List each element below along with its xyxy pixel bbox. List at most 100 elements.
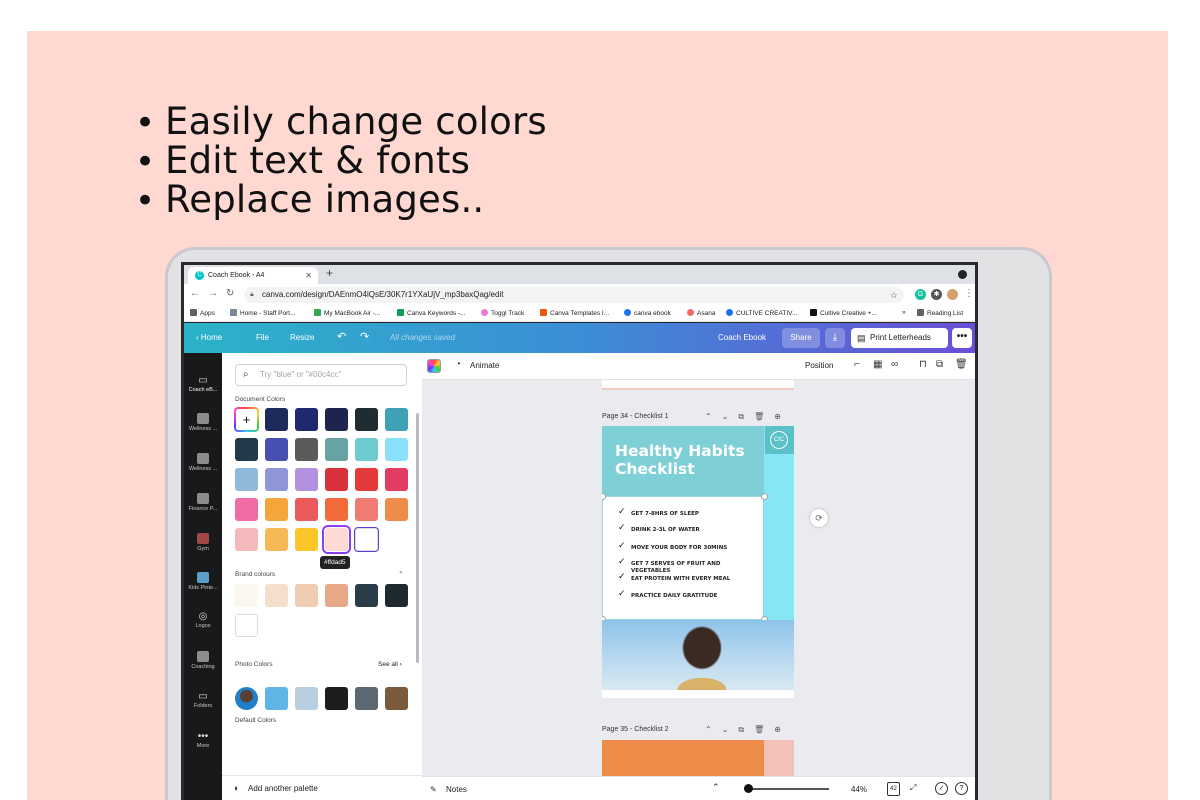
bookmark-item[interactable]: Home - Staff Port... [230, 309, 296, 317]
color-swatch[interactable] [235, 528, 258, 551]
color-swatch[interactable] [325, 584, 348, 607]
logo-badge[interactable]: CIC [765, 426, 794, 454]
lock-element-icon[interactable]: ⊓ [919, 359, 927, 370]
rail-item-wellness[interactable]: Wellness ... [184, 413, 222, 432]
paint-format-icon[interactable]: ⌐ [854, 359, 860, 370]
page-tools[interactable]: ⌃⌄⧉🗑⊕ [705, 412, 791, 422]
zoom-slider[interactable] [744, 788, 829, 790]
checklist-item[interactable]: ✓ GET 7-8HRS OF SLEEP [618, 508, 749, 518]
color-swatch[interactable] [295, 408, 318, 431]
resize-handle[interactable] [761, 493, 768, 500]
bookmark-star-icon[interactable]: ☆ [890, 287, 898, 303]
link-icon[interactable]: ∞ [891, 359, 898, 370]
add-palette-button[interactable]: ◐ Add another palette [222, 775, 422, 800]
fullscreen-icon[interactable]: ⤢ [910, 783, 916, 793]
color-swatch[interactable] [265, 468, 288, 491]
color-swatch[interactable] [265, 584, 288, 607]
color-swatch[interactable] [354, 527, 379, 552]
rail-item-wellness-2[interactable]: Wellness ... [184, 453, 222, 472]
caret-up-icon[interactable]: ⌃ [712, 782, 720, 793]
browser-menu-icon[interactable] [958, 270, 967, 279]
document-title[interactable]: Coach Ebook [718, 333, 766, 342]
color-swatch[interactable] [235, 584, 258, 607]
color-swatch[interactable] [295, 438, 318, 461]
delete-icon[interactable]: 🗑︎ [955, 359, 968, 370]
url-bar[interactable]: 🔒︎ canva.com/design/DAEnmO4lQsE/30K7r1YX… [244, 287, 904, 303]
checklist-title[interactable]: Healthy Habits Checklist [615, 442, 755, 478]
close-tab-icon[interactable]: ✕ [305, 267, 312, 284]
color-swatch[interactable] [322, 525, 351, 554]
rail-item-folders[interactable]: ▭ Folders [184, 691, 222, 709]
check-status-icon[interactable]: ✓ [935, 782, 948, 795]
refresh-icon[interactable]: ⟳ [810, 509, 828, 527]
color-swatch[interactable] [235, 614, 258, 637]
color-swatch[interactable] [385, 408, 408, 431]
see-all-link[interactable]: See all › [378, 661, 402, 668]
color-swatch[interactable] [325, 687, 348, 710]
color-swatch[interactable] [295, 687, 318, 710]
notes-icon[interactable]: ✎ [430, 785, 437, 794]
bookmark-item[interactable]: My MacBook Air -... [314, 309, 380, 317]
color-swatch[interactable] [265, 438, 288, 461]
color-swatch[interactable] [235, 498, 258, 521]
color-swatch[interactable] [355, 408, 378, 431]
checklist-textbox[interactable]: ✓ GET 7-8HRS OF SLEEP ✓ DRINK 2-3L OF WATE… [602, 496, 764, 620]
checklist-item[interactable]: ✓ EAT PROTEIN WITH EVERY MEAL [618, 573, 749, 583]
rail-item-logos[interactable]: ◎ Logos [184, 611, 222, 629]
text-color-picker[interactable] [427, 359, 441, 373]
rail-item-coach-ebook[interactable]: ▭ Coach eB... [184, 375, 222, 393]
color-swatch[interactable] [355, 687, 378, 710]
previous-page[interactable] [602, 380, 794, 390]
page-35[interactable] [602, 740, 794, 776]
color-swatch[interactable] [235, 468, 258, 491]
back-icon[interactable]: ← [190, 288, 200, 299]
grammarly-extension-icon[interactable]: G [915, 289, 926, 300]
color-swatch[interactable] [325, 438, 348, 461]
panel-scrollbar[interactable] [416, 413, 419, 663]
color-swatch[interactable] [295, 528, 318, 551]
color-swatch[interactable] [295, 498, 318, 521]
undo-icon[interactable]: ↶ [337, 330, 346, 343]
color-swatch[interactable] [325, 498, 348, 521]
bookmark-item[interactable]: Apps [190, 309, 215, 317]
browser-kebab-icon[interactable]: ⋮ [964, 288, 974, 299]
notes-button[interactable]: Notes [446, 785, 467, 794]
color-swatch[interactable] [325, 408, 348, 431]
color-swatch[interactable] [265, 528, 288, 551]
new-tab-button[interactable]: + [326, 266, 333, 280]
color-swatch[interactable] [355, 584, 378, 607]
bookmark-item[interactable]: Toggl Track [481, 309, 524, 317]
help-icon[interactable]: ? [955, 782, 968, 795]
animate-button[interactable]: Animate [470, 361, 499, 370]
file-menu[interactable]: File [256, 333, 269, 342]
checklist-item[interactable]: ✓ GET 7 SERVES OF FRUIT AND VEGETABLES [618, 558, 749, 575]
resize-button[interactable]: Resize [290, 333, 314, 342]
redo-icon[interactable]: ↷ [360, 330, 369, 343]
share-button[interactable]: Share [782, 328, 820, 348]
bookmark-item[interactable]: Canva Keywords -... [397, 309, 466, 317]
add-color-button[interactable]: + [235, 408, 258, 431]
color-swatch[interactable] [355, 468, 378, 491]
page-tools[interactable]: ⌃⌄⧉🗑⊕ [705, 725, 791, 735]
checklist-item[interactable]: ✓ PRACTICE DAILY GRATITUDE [618, 590, 749, 600]
reload-icon[interactable]: ↻ [226, 288, 234, 299]
bookmarks-overflow-icon[interactable]: » [902, 309, 906, 316]
bookmark-item[interactable]: CULTIVE CREATIV... [726, 309, 797, 317]
home-button[interactable]: ‹ Home [196, 333, 222, 342]
rail-item-coaching[interactable]: Coaching [184, 651, 222, 670]
extensions-puzzle-icon[interactable]: ✱ [931, 289, 942, 300]
color-swatch[interactable] [265, 498, 288, 521]
color-swatch[interactable] [385, 498, 408, 521]
rail-item-kids-pinterest[interactable]: Kids Pinte... [184, 572, 222, 591]
page-34[interactable]: Healthy Habits Checklist CIC ✓ GET 7-8HRS… [602, 426, 794, 698]
checklist-item[interactable]: ✓ MOVE YOUR BODY FOR 30MINS [618, 542, 749, 552]
rail-item-more[interactable]: ••• More [184, 731, 222, 749]
more-options-button[interactable]: ••• [952, 328, 972, 348]
download-icon[interactable]: ⤓ [825, 328, 845, 348]
browser-tab[interactable]: C Coach Ebook - A4 ✕ [188, 267, 318, 284]
color-search-input[interactable]: ⌕ Try "blue" or "#00c4cc" [235, 364, 407, 386]
bookmark-item[interactable]: Cultive Creative +... [810, 309, 877, 317]
bookmark-item[interactable]: Canva Templates I... [540, 309, 609, 317]
transparency-icon[interactable]: ▦ [873, 359, 882, 370]
color-swatch[interactable] [235, 438, 258, 461]
